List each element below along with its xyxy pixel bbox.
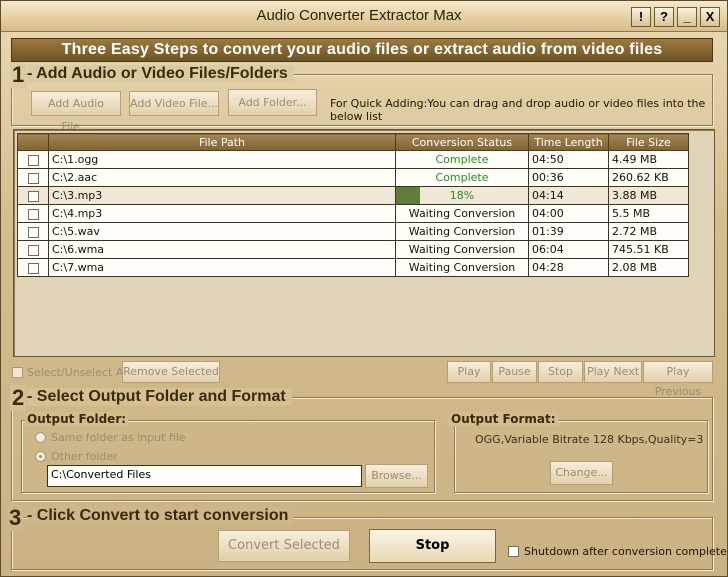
file-size-cell: 260.62 KB — [608, 168, 689, 187]
time-length-cell: 00:36 — [528, 168, 609, 187]
time-length-cell: 04:14 — [528, 186, 609, 205]
row-checkbox-cell[interactable] — [17, 222, 49, 241]
file-path-cell: C:\6.wma — [48, 240, 396, 259]
output-folder-label: Output Folder: — [25, 412, 129, 426]
file-size-cell: 4.49 MB — [608, 150, 689, 169]
table-row[interactable]: C:\6.wma Waiting Conversion 06:04 745.51… — [17, 240, 689, 259]
file-path-cell: C:\4.mp3 — [48, 204, 396, 223]
time-length-cell: 04:50 — [528, 150, 609, 169]
table-row[interactable]: C:\2.aac Complete 00:36 260.62 KB — [17, 168, 689, 187]
file-size-cell: 3.88 MB — [608, 186, 689, 205]
status-cell: Waiting Conversion — [395, 222, 529, 241]
add-audio-file-button[interactable]: Add Audio File... — [31, 91, 121, 133]
step2-number: 2 — [10, 385, 27, 411]
change-format-button[interactable]: Change... — [550, 461, 613, 485]
select-all-label[interactable]: Select/Unselect All — [27, 366, 129, 379]
step2-title: - Select Output Folder and Format — [27, 388, 292, 406]
status-cell: Waiting Conversion — [395, 258, 529, 277]
browse-button[interactable]: Browse... — [365, 464, 428, 488]
row-checkbox[interactable] — [27, 172, 39, 184]
row-checkbox-cell[interactable] — [17, 240, 49, 259]
table-row[interactable]: C:\5.wav Waiting Conversion 01:39 2.72 M… — [17, 222, 689, 241]
file-path-cell: C:\2.aac — [48, 168, 396, 187]
row-checkbox[interactable] — [27, 244, 39, 256]
register-button[interactable]: ! — [631, 7, 651, 27]
column-header-file-size[interactable]: File Size — [608, 133, 689, 151]
step1-number: 1 — [10, 62, 27, 88]
file-path-cell: C:\1.ogg — [48, 150, 396, 169]
help-button[interactable]: ? — [654, 7, 674, 27]
row-checkbox-cell[interactable] — [17, 168, 49, 187]
stop-conversion-button[interactable]: Stop — [369, 529, 496, 563]
column-header-file-path[interactable]: File Path — [48, 133, 396, 151]
close-button[interactable]: X — [700, 7, 720, 27]
row-checkbox-cell[interactable] — [17, 186, 49, 205]
progress-percent: 18% — [449, 189, 475, 202]
shutdown-label[interactable]: Shutdown after conversion complete — [524, 545, 727, 558]
column-header-check[interactable] — [17, 133, 49, 151]
remove-selected-button[interactable]: Remove Selected — [122, 361, 220, 383]
title-bar[interactable]: Audio Converter Extractor Max ! ? _ X — [1, 1, 727, 32]
time-length-cell: 04:28 — [528, 258, 609, 277]
column-header-time-length[interactable]: Time Length — [528, 133, 609, 151]
time-length-cell: 04:00 — [528, 204, 609, 223]
same-folder-label[interactable]: Same folder as input file — [51, 431, 186, 444]
minimize-button[interactable]: _ — [677, 7, 697, 27]
convert-selected-button[interactable]: Convert Selected — [218, 530, 350, 562]
time-length-cell: 01:39 — [528, 222, 609, 241]
row-checkbox[interactable] — [27, 262, 39, 274]
time-length-cell: 06:04 — [528, 240, 609, 259]
other-folder-radio[interactable] — [35, 451, 46, 462]
row-checkbox[interactable] — [27, 154, 39, 166]
file-size-cell: 2.08 MB — [608, 258, 689, 277]
output-format-value: OGG,Variable Bitrate 128 Kbps,Quality=3 — [475, 433, 704, 446]
file-size-cell: 745.51 KB — [608, 240, 689, 259]
step3-number: 3 — [7, 505, 24, 531]
stop-playback-button[interactable]: Stop — [538, 361, 583, 383]
file-size-cell: 2.72 MB — [608, 222, 689, 241]
row-checkbox[interactable] — [27, 208, 39, 220]
file-list[interactable]: File Path Conversion Status Time Length … — [13, 129, 715, 357]
same-folder-radio[interactable] — [35, 432, 46, 443]
file-path-cell: C:\7.wma — [48, 258, 396, 277]
table-row[interactable]: C:\4.mp3 Waiting Conversion 04:00 5.5 MB — [17, 204, 689, 223]
status-progress-cell: 18% — [395, 186, 529, 205]
row-checkbox-cell[interactable] — [17, 258, 49, 277]
other-folder-label[interactable]: Other folder — [51, 450, 118, 463]
window-title: Audio Converter Extractor Max — [256, 7, 462, 24]
status-cell: Complete — [395, 168, 529, 187]
pause-button[interactable]: Pause — [492, 361, 537, 383]
table-row[interactable]: C:\7.wma Waiting Conversion 04:28 2.08 M… — [17, 258, 689, 277]
play-previous-button[interactable]: Play Previous — [643, 361, 713, 398]
step1-title: - Add Audio or Video Files/Folders — [27, 65, 294, 83]
file-table: File Path Conversion Status Time Length … — [17, 133, 689, 277]
shutdown-checkbox[interactable] — [508, 546, 519, 557]
row-checkbox[interactable] — [27, 226, 39, 238]
output-format-label: Output Format: — [449, 412, 558, 426]
file-path-cell: C:\5.wav — [48, 222, 396, 241]
play-button[interactable]: Play — [447, 361, 491, 383]
output-folder-input[interactable]: C:\Converted Files — [47, 465, 362, 487]
add-video-file-button[interactable]: Add Video File... — [129, 91, 219, 116]
status-cell: Complete — [395, 150, 529, 169]
row-checkbox-cell[interactable] — [17, 150, 49, 169]
table-row[interactable]: C:\1.ogg Complete 04:50 4.49 MB — [17, 150, 689, 169]
column-header-status[interactable]: Conversion Status — [395, 133, 529, 151]
file-size-cell: 5.5 MB — [608, 204, 689, 223]
add-folder-button[interactable]: Add Folder... — [228, 89, 317, 116]
steps-banner: Three Easy Steps to convert your audio f… — [11, 38, 713, 62]
drag-drop-hint: For Quick Adding:You can drag and drop a… — [330, 97, 706, 123]
file-path-cell: C:\3.mp3 — [48, 186, 396, 205]
status-cell: Waiting Conversion — [395, 240, 529, 259]
row-checkbox-cell[interactable] — [17, 204, 49, 223]
step3-title: - Click Convert to start conversion — [27, 507, 295, 525]
status-cell: Waiting Conversion — [395, 204, 529, 223]
select-all-checkbox[interactable] — [12, 367, 23, 378]
play-next-button[interactable]: Play Next — [584, 361, 642, 383]
row-checkbox[interactable] — [27, 190, 39, 202]
table-row-selected[interactable]: C:\3.mp3 18% 04:14 3.88 MB — [17, 186, 689, 205]
app-window: Audio Converter Extractor Max ! ? _ X Th… — [0, 0, 728, 577]
